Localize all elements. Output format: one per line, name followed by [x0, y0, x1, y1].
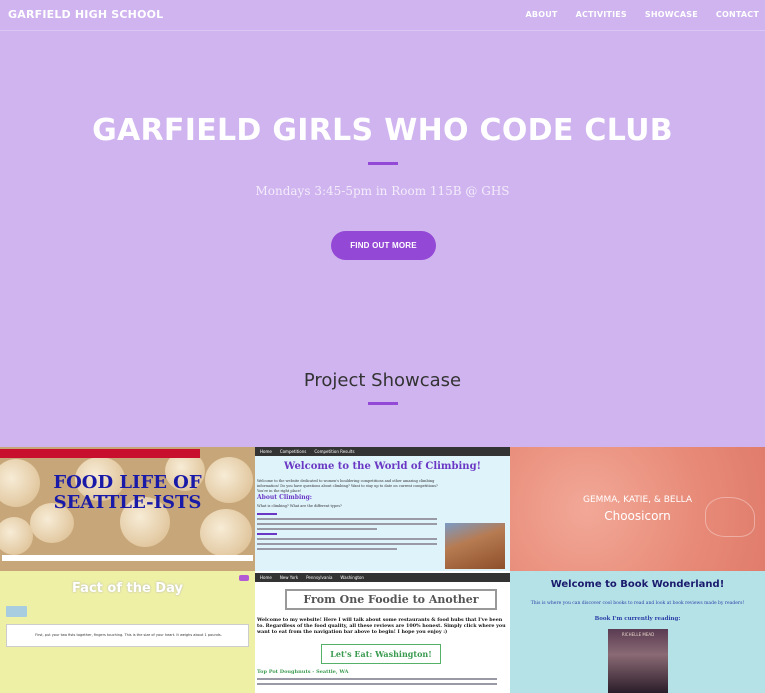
climbing-site-nav: Home Competitions Competition Results [255, 447, 510, 456]
climbing-question: What is climbing? What are the different… [257, 504, 342, 508]
fact-button[interactable] [6, 606, 27, 617]
hero-title: GARFIELD GIRLS WHO CODE CLUB [92, 113, 673, 148]
climbing-body-text [257, 513, 437, 553]
climbing-nav-item: Competitions [279, 449, 307, 454]
find-out-more-button[interactable]: FIND OUT MORE [331, 231, 436, 260]
dumpling-image [200, 509, 252, 557]
nav-link-activities[interactable]: ACTIVITIES [576, 10, 627, 19]
climbing-nav-item: Home [260, 449, 272, 454]
fact-text: First, put your two fists together, fing… [35, 633, 222, 637]
dumpling-image [0, 517, 33, 555]
foodie-nav-item: New York [279, 575, 299, 580]
fact-title: Fact of the Day [72, 581, 183, 596]
nav-link-about[interactable]: ABOUT [526, 10, 558, 19]
foodie-subheading: Top Pot Doughnuts - Seattle, WA [257, 669, 349, 675]
project-tile-climbing[interactable]: Home Competitions Competition Results We… [255, 447, 510, 571]
books-current-label: Book I'm currently reading: [594, 616, 681, 622]
nav-links: ABOUT ACTIVITIES SHOWCASE CONTACT [526, 10, 759, 19]
hero-subtitle: Mondays 3:45-5pm in Room 115B @ GHS [255, 184, 510, 198]
showcase-title: Project Showcase [303, 370, 462, 391]
foodie-body-text [257, 678, 497, 688]
top-navbar: GARFIELD HIGH SCHOOL ABOUT ACTIVITIES SH… [0, 0, 765, 31]
food-site-nav [0, 449, 200, 458]
showcase-divider [368, 402, 398, 405]
foodie-site-nav: Home New York Pennsylvania Washington [255, 573, 510, 582]
project-tile-food[interactable]: FOOD LIFE OF SEATTLE-ISTS [0, 447, 255, 571]
project-tile-books[interactable]: Welcome to Book Wonderland! This is wher… [510, 571, 765, 693]
foodie-section-heading: Let's Eat: Washington! [321, 644, 441, 664]
books-site-title: Welcome to Book Wonderland! [550, 579, 725, 590]
nav-link-showcase[interactable]: SHOWCASE [645, 10, 698, 19]
foodie-intro: Welcome to my website! Here I will talk … [257, 617, 506, 635]
climbing-heading: About Climbing: [257, 494, 313, 501]
fact-box: First, put your two fists together, fing… [6, 624, 249, 647]
climbing-photo [445, 523, 505, 569]
book-author: RICHELLE MEAD [621, 632, 655, 637]
brand-logo[interactable]: GARFIELD HIGH SCHOOL [8, 8, 163, 21]
climbing-intro: Welcome to the website dedicated to wome… [257, 479, 438, 493]
foodie-nav-item: Washington [340, 575, 364, 580]
foodie-site-title: From One Foodie to Another [285, 589, 497, 610]
hero-divider [368, 162, 398, 165]
nav-link-contact[interactable]: CONTACT [716, 10, 759, 19]
climbing-nav-item: Competition Results [314, 449, 355, 454]
project-tile-fact[interactable]: Fact of the Day First, put your two fist… [0, 571, 255, 693]
food-site-title: FOOD LIFE OF SEATTLE-ISTS [53, 472, 202, 513]
book-cover-image: RICHELLE MEAD [608, 629, 668, 693]
dumpling-image [0, 459, 40, 507]
books-intro: This is where you can discover cool book… [530, 601, 745, 606]
project-tile-choosicorn[interactable]: GEMMA, KATIE, & BELLA Choosicorn [510, 447, 765, 571]
food-site-footer [2, 555, 253, 561]
project-tile-foodie[interactable]: Home New York Pennsylvania Washington Fr… [255, 571, 510, 693]
foodie-nav-item: Home [260, 575, 272, 580]
choosicorn-title: Choosicorn [604, 509, 671, 523]
foodie-nav-item: Pennsylvania [306, 575, 333, 580]
choosicorn-authors: GEMMA, KATIE, & BELLA [583, 495, 692, 505]
climbing-site-title: Welcome to the World of Climbing! [284, 461, 481, 472]
